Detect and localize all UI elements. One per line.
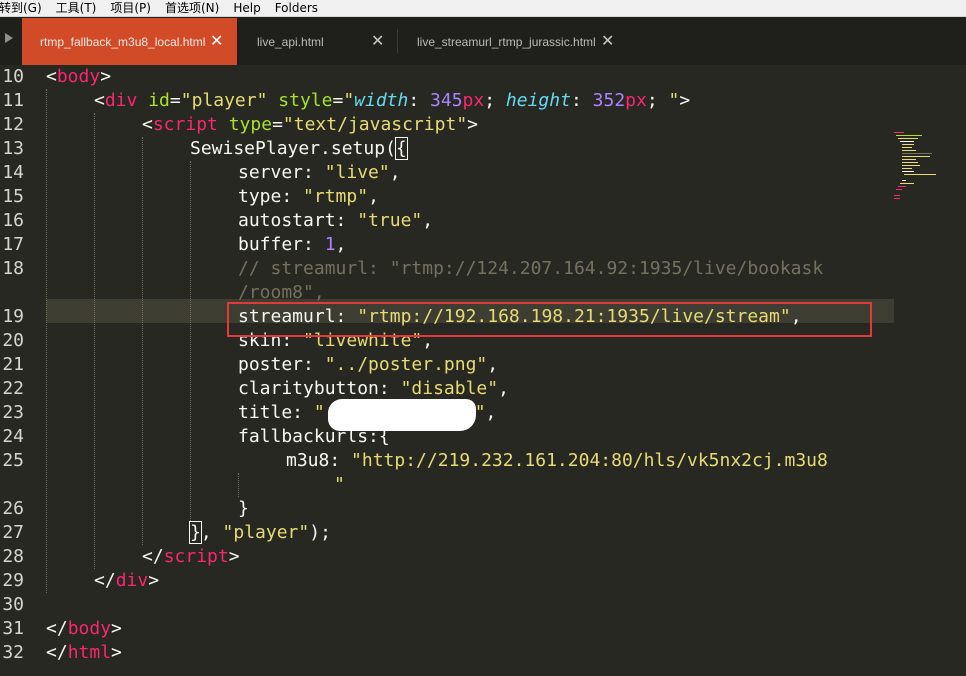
code-line-31: </body> <box>46 618 122 639</box>
line-number: 10 <box>2 66 24 87</box>
code-line-13: SewisePlayer.setup({ <box>190 137 408 160</box>
line-number: 18 <box>2 258 24 279</box>
code-line-29: </div> <box>94 570 160 591</box>
indent-guide <box>190 161 191 521</box>
highlight-annotation-box <box>227 302 872 337</box>
tab-scroll-icon[interactable] <box>5 33 13 43</box>
menu-folders[interactable]: Folders <box>268 0 325 16</box>
code-line-32: </html> <box>46 642 122 663</box>
code-line-27: }, "player"); <box>189 521 331 544</box>
indent-guide <box>238 473 239 497</box>
line-number: 23 <box>2 402 24 423</box>
matched-bracket: { <box>394 137 408 160</box>
redaction-mark <box>328 399 476 431</box>
code-line-12: <script type="text/javascript"> <box>142 114 478 135</box>
line-number: 19 <box>2 306 24 327</box>
tab-live-api[interactable]: live_api.html ✕ <box>237 18 397 65</box>
close-icon[interactable]: ✕ <box>210 31 223 50</box>
code-line-25: m3u8: "http://219.232.161.204:80/hls/vk5… <box>286 450 828 471</box>
menu-goto[interactable]: 转到(G) <box>0 0 49 16</box>
code-line-11: <div id="player" style="width: 345px; he… <box>94 90 691 111</box>
line-number: 25 <box>2 450 24 471</box>
menu-preferences[interactable]: 首选项(N) <box>158 0 226 16</box>
line-number: 32 <box>2 642 24 663</box>
tab-label: live_api.html <box>257 34 324 49</box>
tab-live-streamurl[interactable]: live_streamurl_rtmp_jurassic.html ✕ <box>397 18 627 65</box>
code-line-22: claritybutton: "disable", <box>238 378 509 399</box>
line-number: 29 <box>2 570 24 591</box>
indent-guide <box>46 89 47 593</box>
line-number: 30 <box>2 594 24 615</box>
code-editor[interactable]: 10 11 12 13 14 15 16 17 18 19 20 21 22 2… <box>0 65 966 676</box>
line-number: 27 <box>2 522 24 543</box>
minimap[interactable] <box>892 132 938 222</box>
code-line-16: autostart: "true", <box>238 210 434 231</box>
line-number: 12 <box>2 114 24 135</box>
code-line-17: buffer: 1, <box>238 234 347 255</box>
matched-bracket: } <box>189 521 202 544</box>
code-line-21: poster: "../poster.png", <box>238 354 499 375</box>
menu-bar: 转到(G) 工具(T) 项目(P) 首选项(N) Help Folders <box>0 0 966 17</box>
tab-label: live_streamurl_rtmp_jurassic.html <box>417 34 596 49</box>
line-number: 13 <box>2 138 24 159</box>
line-number: 16 <box>2 210 24 231</box>
line-number: 31 <box>2 618 24 639</box>
close-icon[interactable]: ✕ <box>371 31 384 50</box>
tab-rtmp-fallback[interactable]: rtmp_fallback_m3u8_local.html ✕ <box>22 18 237 65</box>
code-line-15: type: "rtmp", <box>238 186 379 207</box>
line-number: 24 <box>2 426 24 447</box>
line-number: 11 <box>2 90 24 111</box>
line-number: 17 <box>2 234 24 255</box>
tab-bar: rtmp_fallback_m3u8_local.html ✕ live_api… <box>0 17 966 65</box>
line-number: 20 <box>2 330 24 351</box>
line-number: 15 <box>2 186 24 207</box>
line-number: 28 <box>2 546 24 567</box>
menu-help[interactable]: Help <box>226 0 267 16</box>
line-number: 14 <box>2 162 24 183</box>
close-icon[interactable]: ✕ <box>601 31 614 50</box>
indent-guide <box>94 113 95 569</box>
code-line-10: <body> <box>46 66 112 87</box>
tab-label: rtmp_fallback_m3u8_local.html <box>40 34 206 49</box>
code-line-28: </script> <box>142 546 240 567</box>
menu-project[interactable]: 项目(P) <box>103 0 158 16</box>
code-line-18: // streamurl: "rtmp://124.207.164.92:193… <box>238 258 824 279</box>
line-number: 26 <box>2 498 24 519</box>
line-number: 21 <box>2 354 24 375</box>
code-line-25-wrap: " <box>334 474 345 495</box>
line-number: 22 <box>2 378 24 399</box>
indent-guide <box>142 137 143 545</box>
menu-tools[interactable]: 工具(T) <box>49 0 104 16</box>
code-line-14: server: "live", <box>238 162 401 183</box>
code-line-26: } <box>238 498 249 519</box>
